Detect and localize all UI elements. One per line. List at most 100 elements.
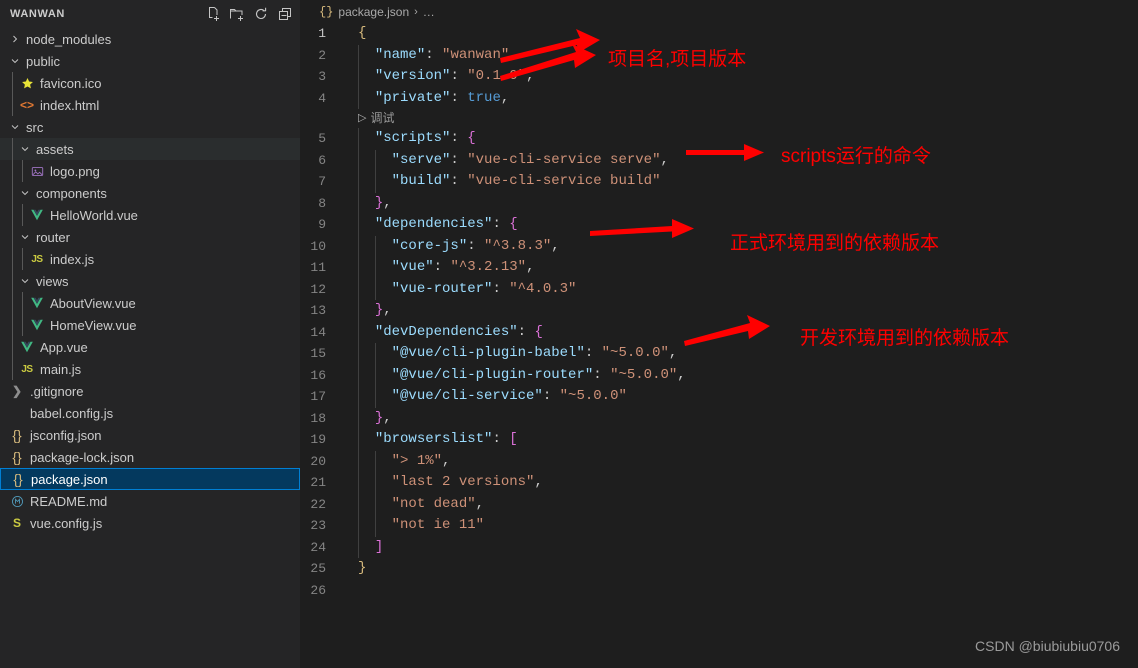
file-tree-item-node-modules[interactable]: node_modules bbox=[0, 28, 300, 50]
breadcrumb[interactable]: {} package.json › … bbox=[300, 0, 1138, 23]
code-line[interactable]: 10 "core-js": "^3.8.3", bbox=[300, 236, 1138, 258]
file-tree-item-logo-png[interactable]: logo.png bbox=[0, 160, 300, 182]
code-line-text[interactable]: }, bbox=[340, 300, 392, 322]
code-line-text[interactable]: "> 1%", bbox=[340, 451, 450, 473]
file-tree-item--gitignore[interactable]: ❯ .gitignore bbox=[0, 380, 300, 402]
code-line[interactable]: 4 "private": true, bbox=[300, 88, 1138, 110]
code-line[interactable]: 15 "@vue/cli-plugin-babel": "~5.0.0", bbox=[300, 343, 1138, 365]
code-line-text[interactable]: { bbox=[340, 23, 366, 45]
code-line[interactable]: 17 "@vue/cli-service": "~5.0.0" bbox=[300, 386, 1138, 408]
code-line-text[interactable]: "not dead", bbox=[340, 494, 484, 516]
code-line-text[interactable]: "serve": "vue-cli-service serve", bbox=[340, 150, 669, 172]
code-line[interactable]: 22 "not dead", bbox=[300, 494, 1138, 516]
breadcrumb-overflow[interactable]: … bbox=[423, 5, 435, 19]
code-line[interactable]: 5 "scripts": { bbox=[300, 128, 1138, 150]
code-line[interactable]: 3 "version": "0.1.0", bbox=[300, 66, 1138, 88]
chevron-down-icon[interactable] bbox=[8, 50, 22, 72]
file-tree-item-main-js[interactable]: JS main.js bbox=[0, 358, 300, 380]
new-file-icon[interactable] bbox=[202, 3, 224, 25]
code-line[interactable]: 1{ bbox=[300, 23, 1138, 45]
code-line-text[interactable]: }, bbox=[340, 193, 392, 215]
file-tree-item-readme-md[interactable]: README.md bbox=[0, 490, 300, 512]
chevron-down-icon[interactable] bbox=[18, 182, 32, 204]
line-number: 9 bbox=[300, 214, 340, 236]
code-line[interactable]: 11 "vue": "^3.2.13", bbox=[300, 257, 1138, 279]
chevron-right-icon[interactable] bbox=[8, 28, 22, 50]
chevron-down-icon[interactable] bbox=[8, 116, 22, 138]
code-line[interactable]: 6 "serve": "vue-cli-service serve", bbox=[300, 150, 1138, 172]
codelens-debug-label[interactable]: ▷ 调试 bbox=[358, 108, 394, 130]
code-line[interactable]: 20 "> 1%", bbox=[300, 451, 1138, 473]
chevron-down-icon[interactable] bbox=[18, 138, 32, 160]
code-line-text[interactable]: "@vue/cli-plugin-babel": "~5.0.0", bbox=[340, 343, 677, 365]
code-line[interactable]: 2 "name": "wanwan", bbox=[300, 45, 1138, 67]
code-line[interactable]: 13 }, bbox=[300, 300, 1138, 322]
code-line-text[interactable]: "scripts": { bbox=[340, 128, 476, 150]
indent-guide bbox=[22, 248, 23, 270]
file-tree-item-babel-config-js[interactable]: 𝑕 babel.config.js bbox=[0, 402, 300, 424]
chevron-down-icon[interactable] bbox=[18, 226, 32, 248]
code-line[interactable]: 8 }, bbox=[300, 193, 1138, 215]
file-tree-item-public[interactable]: public bbox=[0, 50, 300, 72]
file-tree-item-jsconfig-json[interactable]: {} jsconfig.json bbox=[0, 424, 300, 446]
file-tree-item-index-html[interactable]: <> index.html bbox=[0, 94, 300, 116]
code-line[interactable]: 9 "dependencies": { bbox=[300, 214, 1138, 236]
code-line-text[interactable]: "browserslist": [ bbox=[340, 429, 518, 451]
file-tree-item-aboutview-vue[interactable]: AboutView.vue bbox=[0, 292, 300, 314]
file-tree-item-assets[interactable]: assets bbox=[0, 138, 300, 160]
file-tree-item-src[interactable]: src bbox=[0, 116, 300, 138]
file-tree-item-views[interactable]: views bbox=[0, 270, 300, 292]
code-line-text[interactable]: "dependencies": { bbox=[340, 214, 518, 236]
vue-icon bbox=[18, 336, 36, 358]
indent-guide bbox=[375, 365, 376, 387]
code-line-text[interactable]: "devDependencies": { bbox=[340, 322, 543, 344]
code-line-text[interactable]: "private": true, bbox=[340, 88, 509, 110]
code-line-text[interactable]: } bbox=[340, 558, 366, 580]
code-line[interactable]: 14 "devDependencies": { bbox=[300, 322, 1138, 344]
file-tree-item-vue-config-js[interactable]: Svue.config.js bbox=[0, 512, 300, 534]
refresh-icon[interactable] bbox=[250, 3, 272, 25]
code-line-text[interactable]: ] bbox=[340, 537, 383, 559]
code-line-text[interactable]: "core-js": "^3.8.3", bbox=[340, 236, 560, 258]
code-line[interactable]: 12 "vue-router": "^4.0.3" bbox=[300, 279, 1138, 301]
file-tree-item-package-lock-json[interactable]: {} package-lock.json bbox=[0, 446, 300, 468]
breadcrumb-file[interactable]: package.json bbox=[338, 5, 409, 19]
new-folder-icon[interactable] bbox=[226, 3, 248, 25]
code-line-text[interactable]: "last 2 versions", bbox=[340, 472, 543, 494]
code-line-text[interactable]: "@vue/cli-service": "~5.0.0" bbox=[340, 386, 627, 408]
code-line[interactable]: 25} bbox=[300, 558, 1138, 580]
file-tree-item-app-vue[interactable]: App.vue bbox=[0, 336, 300, 358]
line-number: 20 bbox=[300, 451, 340, 473]
code-token: "^3.8.3" bbox=[484, 238, 551, 254]
code-line-text[interactable]: }, bbox=[340, 408, 392, 430]
code-line-text[interactable]: "not ie 11" bbox=[340, 515, 484, 537]
code-line[interactable]: 19 "browserslist": [ bbox=[300, 429, 1138, 451]
code-line-text[interactable]: "@vue/cli-plugin-router": "~5.0.0", bbox=[340, 365, 686, 387]
code-line-text[interactable]: "name": "wanwan", bbox=[340, 45, 518, 67]
code-line[interactable]: 24 ] bbox=[300, 537, 1138, 559]
code-line-text[interactable]: "build": "vue-cli-service build" bbox=[340, 171, 660, 193]
code-token: , bbox=[660, 152, 668, 168]
code-line[interactable]: 23 "not ie 11" bbox=[300, 515, 1138, 537]
chevron-down-icon[interactable] bbox=[18, 270, 32, 292]
file-tree-item-components[interactable]: components bbox=[0, 182, 300, 204]
file-tree-item-index-js[interactable]: JS index.js bbox=[0, 248, 300, 270]
code-line[interactable]: 21 "last 2 versions", bbox=[300, 472, 1138, 494]
code-line-text[interactable]: "vue": "^3.2.13", bbox=[340, 257, 534, 279]
codelens-debug[interactable]: ▷ 调试 bbox=[300, 109, 1138, 128]
file-tree-item-favicon-ico[interactable]: favicon.ico bbox=[0, 72, 300, 94]
collapse-all-icon[interactable] bbox=[274, 3, 296, 25]
code-line[interactable]: 26 bbox=[300, 580, 1138, 602]
code-line[interactable]: 7 "build": "vue-cli-service build" bbox=[300, 171, 1138, 193]
file-tree-item-package-json[interactable]: {} package.json bbox=[0, 468, 300, 490]
code-line-text[interactable]: "version": "0.1.0", bbox=[340, 66, 534, 88]
file-tree-item-router[interactable]: router bbox=[0, 226, 300, 248]
file-tree-item-helloworld-vue[interactable]: HelloWorld.vue bbox=[0, 204, 300, 226]
code-line[interactable]: 16 "@vue/cli-plugin-router": "~5.0.0", bbox=[300, 365, 1138, 387]
file-tree-item-homeview-vue[interactable]: HomeView.vue bbox=[0, 314, 300, 336]
code-content[interactable]: 1{2 "name": "wanwan", 3 "version": "0.1.0… bbox=[300, 23, 1138, 601]
code-line-text[interactable]: "vue-router": "^4.0.3" bbox=[340, 279, 576, 301]
code-token: , bbox=[526, 259, 534, 275]
code-token: , bbox=[509, 47, 517, 63]
code-line[interactable]: 18 }, bbox=[300, 408, 1138, 430]
